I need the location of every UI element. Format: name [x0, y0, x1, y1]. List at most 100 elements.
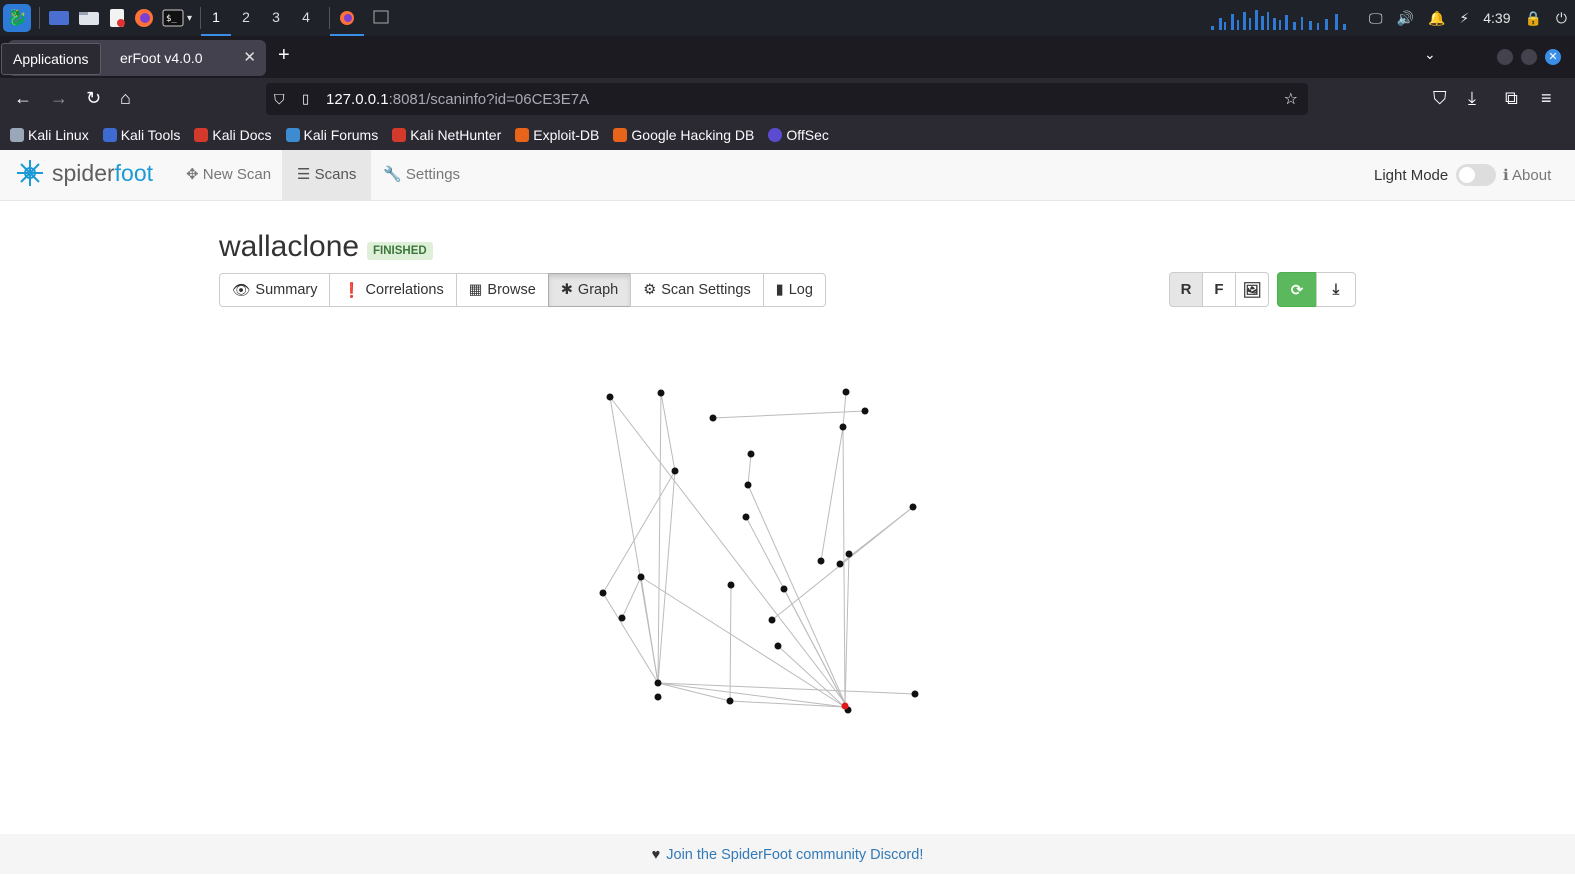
- bookmark-google-hacking-db[interactable]: Google Hacking DB: [613, 127, 754, 143]
- discord-link[interactable]: Join the SpiderFoot community Discord!: [666, 847, 923, 863]
- kali-tools-icon: [102, 128, 117, 142]
- graph-root-node[interactable]: [841, 702, 849, 710]
- kali-linux-icon: [10, 128, 24, 142]
- text-editor-icon[interactable]: [108, 6, 126, 30]
- list-icon: ☰: [297, 166, 311, 183]
- url-host: 127.0.0.1: [326, 90, 389, 108]
- bookmark-kali-linux[interactable]: Kali Linux: [10, 127, 89, 143]
- home-icon[interactable]: ⌂: [120, 88, 131, 109]
- table-icon: ▦: [468, 282, 483, 298]
- graph-random-layout-button[interactable]: R: [1169, 272, 1203, 307]
- export-image-button[interactable]: 🖼: [1235, 272, 1269, 307]
- firefox-icon[interactable]: [134, 6, 154, 30]
- spiderfoot-logo-icon: [17, 160, 43, 186]
- bookmark-star-icon[interactable]: ☆: [1284, 89, 1298, 109]
- asterisk-icon: ✱: [560, 282, 573, 298]
- menu-icon[interactable]: ≡: [1541, 88, 1552, 109]
- exclamation-circle-icon: ❗: [342, 282, 361, 299]
- nav-settings[interactable]: 🔧 Settings: [368, 150, 475, 200]
- status-badge: FINISHED: [367, 242, 433, 260]
- wrench-icon: 🔧: [383, 166, 402, 183]
- workspace-3[interactable]: 3: [261, 0, 291, 36]
- forward-icon[interactable]: →: [50, 88, 68, 109]
- nav-scans[interactable]: ☰ Scans: [282, 150, 372, 200]
- bookmark-kali-nethunter[interactable]: Kali NetHunter: [392, 127, 501, 143]
- refresh-icon: ⟳: [1290, 281, 1304, 299]
- tab-log[interactable]: ▮ Log: [762, 273, 826, 307]
- kali-docs-icon: [194, 128, 209, 142]
- desktop-icon[interactable]: [48, 6, 70, 30]
- bookmark-kali-docs[interactable]: Kali Docs: [194, 127, 272, 143]
- back-icon[interactable]: ←: [14, 88, 32, 109]
- workspace-4[interactable]: 4: [291, 0, 321, 36]
- scan-graph[interactable]: [560, 370, 960, 730]
- chevron-down-icon[interactable]: ▾: [187, 13, 192, 24]
- offsec-icon: [768, 128, 783, 142]
- refresh-button[interactable]: ⟳: [1277, 272, 1317, 307]
- eye-icon: 👁: [232, 282, 251, 299]
- app-navbar: spiderfoot ✥ New Scan ☰ Scans 🔧 Settings…: [0, 150, 1575, 201]
- tab-title: erFoot v4.0.0: [120, 50, 203, 66]
- kali-menu-icon[interactable]: 🐉: [3, 4, 31, 32]
- workspace-2[interactable]: 2: [231, 0, 261, 36]
- power-manager-icon[interactable]: ⚡: [1459, 10, 1469, 27]
- tab-summary[interactable]: 👁 Summary: [219, 273, 331, 307]
- os-taskbar: 🐉 $_ ▾ 1 2 3 4 🖵 🔊 🔔 ⚡ 4:39 🔒 ⏻: [0, 0, 1575, 36]
- screen-icon[interactable]: 🖵: [1369, 10, 1383, 27]
- tab-browse[interactable]: ▦ Browse: [455, 273, 549, 307]
- url-path: :8081/scaninfo?id=06CE3E7A: [388, 90, 590, 108]
- light-mode-toggle[interactable]: [1456, 164, 1497, 186]
- notifications-icon[interactable]: 🔔: [1428, 10, 1445, 27]
- graph-edges: [602, 391, 916, 711]
- nethunter-icon: [392, 128, 407, 142]
- browser-navbar: ← → ↻ ⌂ ⛉ ▯ 127.0.0.1:8081/scaninfo?id=0…: [0, 78, 1575, 120]
- tab-scan-settings[interactable]: ⚙ Scan Settings: [630, 273, 764, 307]
- page-info-icon[interactable]: ▯: [302, 91, 309, 107]
- volume-icon[interactable]: 🔊: [1397, 10, 1414, 27]
- ghdb-icon: [613, 128, 628, 142]
- file-manager-icon[interactable]: [78, 6, 100, 30]
- download-button[interactable]: ⤓: [1316, 272, 1356, 307]
- extensions-icon[interactable]: ⧉: [1505, 88, 1518, 109]
- workspace-1[interactable]: 1: [201, 0, 232, 36]
- taskbar-separator: [39, 7, 40, 29]
- cpu-graph-icon: [1211, 10, 1347, 30]
- taskbar-firefox-window[interactable]: [330, 0, 365, 36]
- info-icon: ℹ: [1503, 167, 1509, 184]
- window-close-button[interactable]: ✕: [1545, 49, 1561, 65]
- graph-force-layout-button[interactable]: F: [1202, 272, 1236, 307]
- maximize-button[interactable]: [1521, 49, 1537, 65]
- brand-logo[interactable]: spiderfoot: [16, 159, 153, 187]
- bookmarks-bar: Kali Linux Kali Tools Kali Docs Kali For…: [0, 120, 1575, 150]
- exploit-db-icon: [515, 128, 530, 142]
- url-bar[interactable]: ⛉ ▯ 127.0.0.1:8081/scaninfo?id=06CE3E7A …: [266, 83, 1308, 115]
- lock-icon[interactable]: 🔒: [1524, 10, 1541, 27]
- nav-new-scan[interactable]: ✥ New Scan: [171, 150, 286, 200]
- kali-forums-icon: [285, 128, 300, 142]
- new-tab-button[interactable]: +: [278, 44, 290, 67]
- tab-correlations[interactable]: ❗ Correlations: [329, 273, 457, 307]
- downloads-icon[interactable]: ⤓: [1468, 88, 1476, 109]
- bookmark-kali-forums[interactable]: Kali Forums: [285, 127, 378, 143]
- bookmark-kali-tools[interactable]: Kali Tools: [102, 127, 180, 143]
- clock[interactable]: 4:39: [1483, 10, 1510, 26]
- close-icon[interactable]: ✕: [243, 48, 256, 66]
- download-icon: ⤓: [1332, 281, 1340, 298]
- pocket-icon[interactable]: ⛉: [1433, 88, 1447, 109]
- bookmark-offsec[interactable]: OffSec: [768, 127, 829, 143]
- brand-spider: spider: [52, 159, 115, 186]
- light-mode-label: Light Mode: [1374, 166, 1449, 184]
- terminal-icon[interactable]: $_ ▾: [162, 6, 192, 30]
- tab-list-chevron-icon[interactable]: ⌄: [1424, 46, 1436, 63]
- taskbar-terminal-window[interactable]: [364, 0, 398, 36]
- minimize-button[interactable]: [1497, 49, 1513, 65]
- brand-foot: foot: [114, 159, 154, 186]
- light-mode-control: Light Mode: [1374, 164, 1497, 186]
- tab-graph[interactable]: ✱ Graph: [547, 273, 632, 307]
- bookmark-exploit-db[interactable]: Exploit-DB: [515, 127, 599, 143]
- scan-tabs: 👁 Summary ❗ Correlations ▦ Browse ✱ Graph ⚙ S…: [219, 273, 826, 307]
- reload-icon[interactable]: ↻: [86, 88, 101, 109]
- shield-icon[interactable]: ⛉: [274, 91, 285, 108]
- nav-about[interactable]: ℹ About: [1503, 166, 1551, 184]
- logout-icon[interactable]: ⏻: [1556, 10, 1567, 27]
